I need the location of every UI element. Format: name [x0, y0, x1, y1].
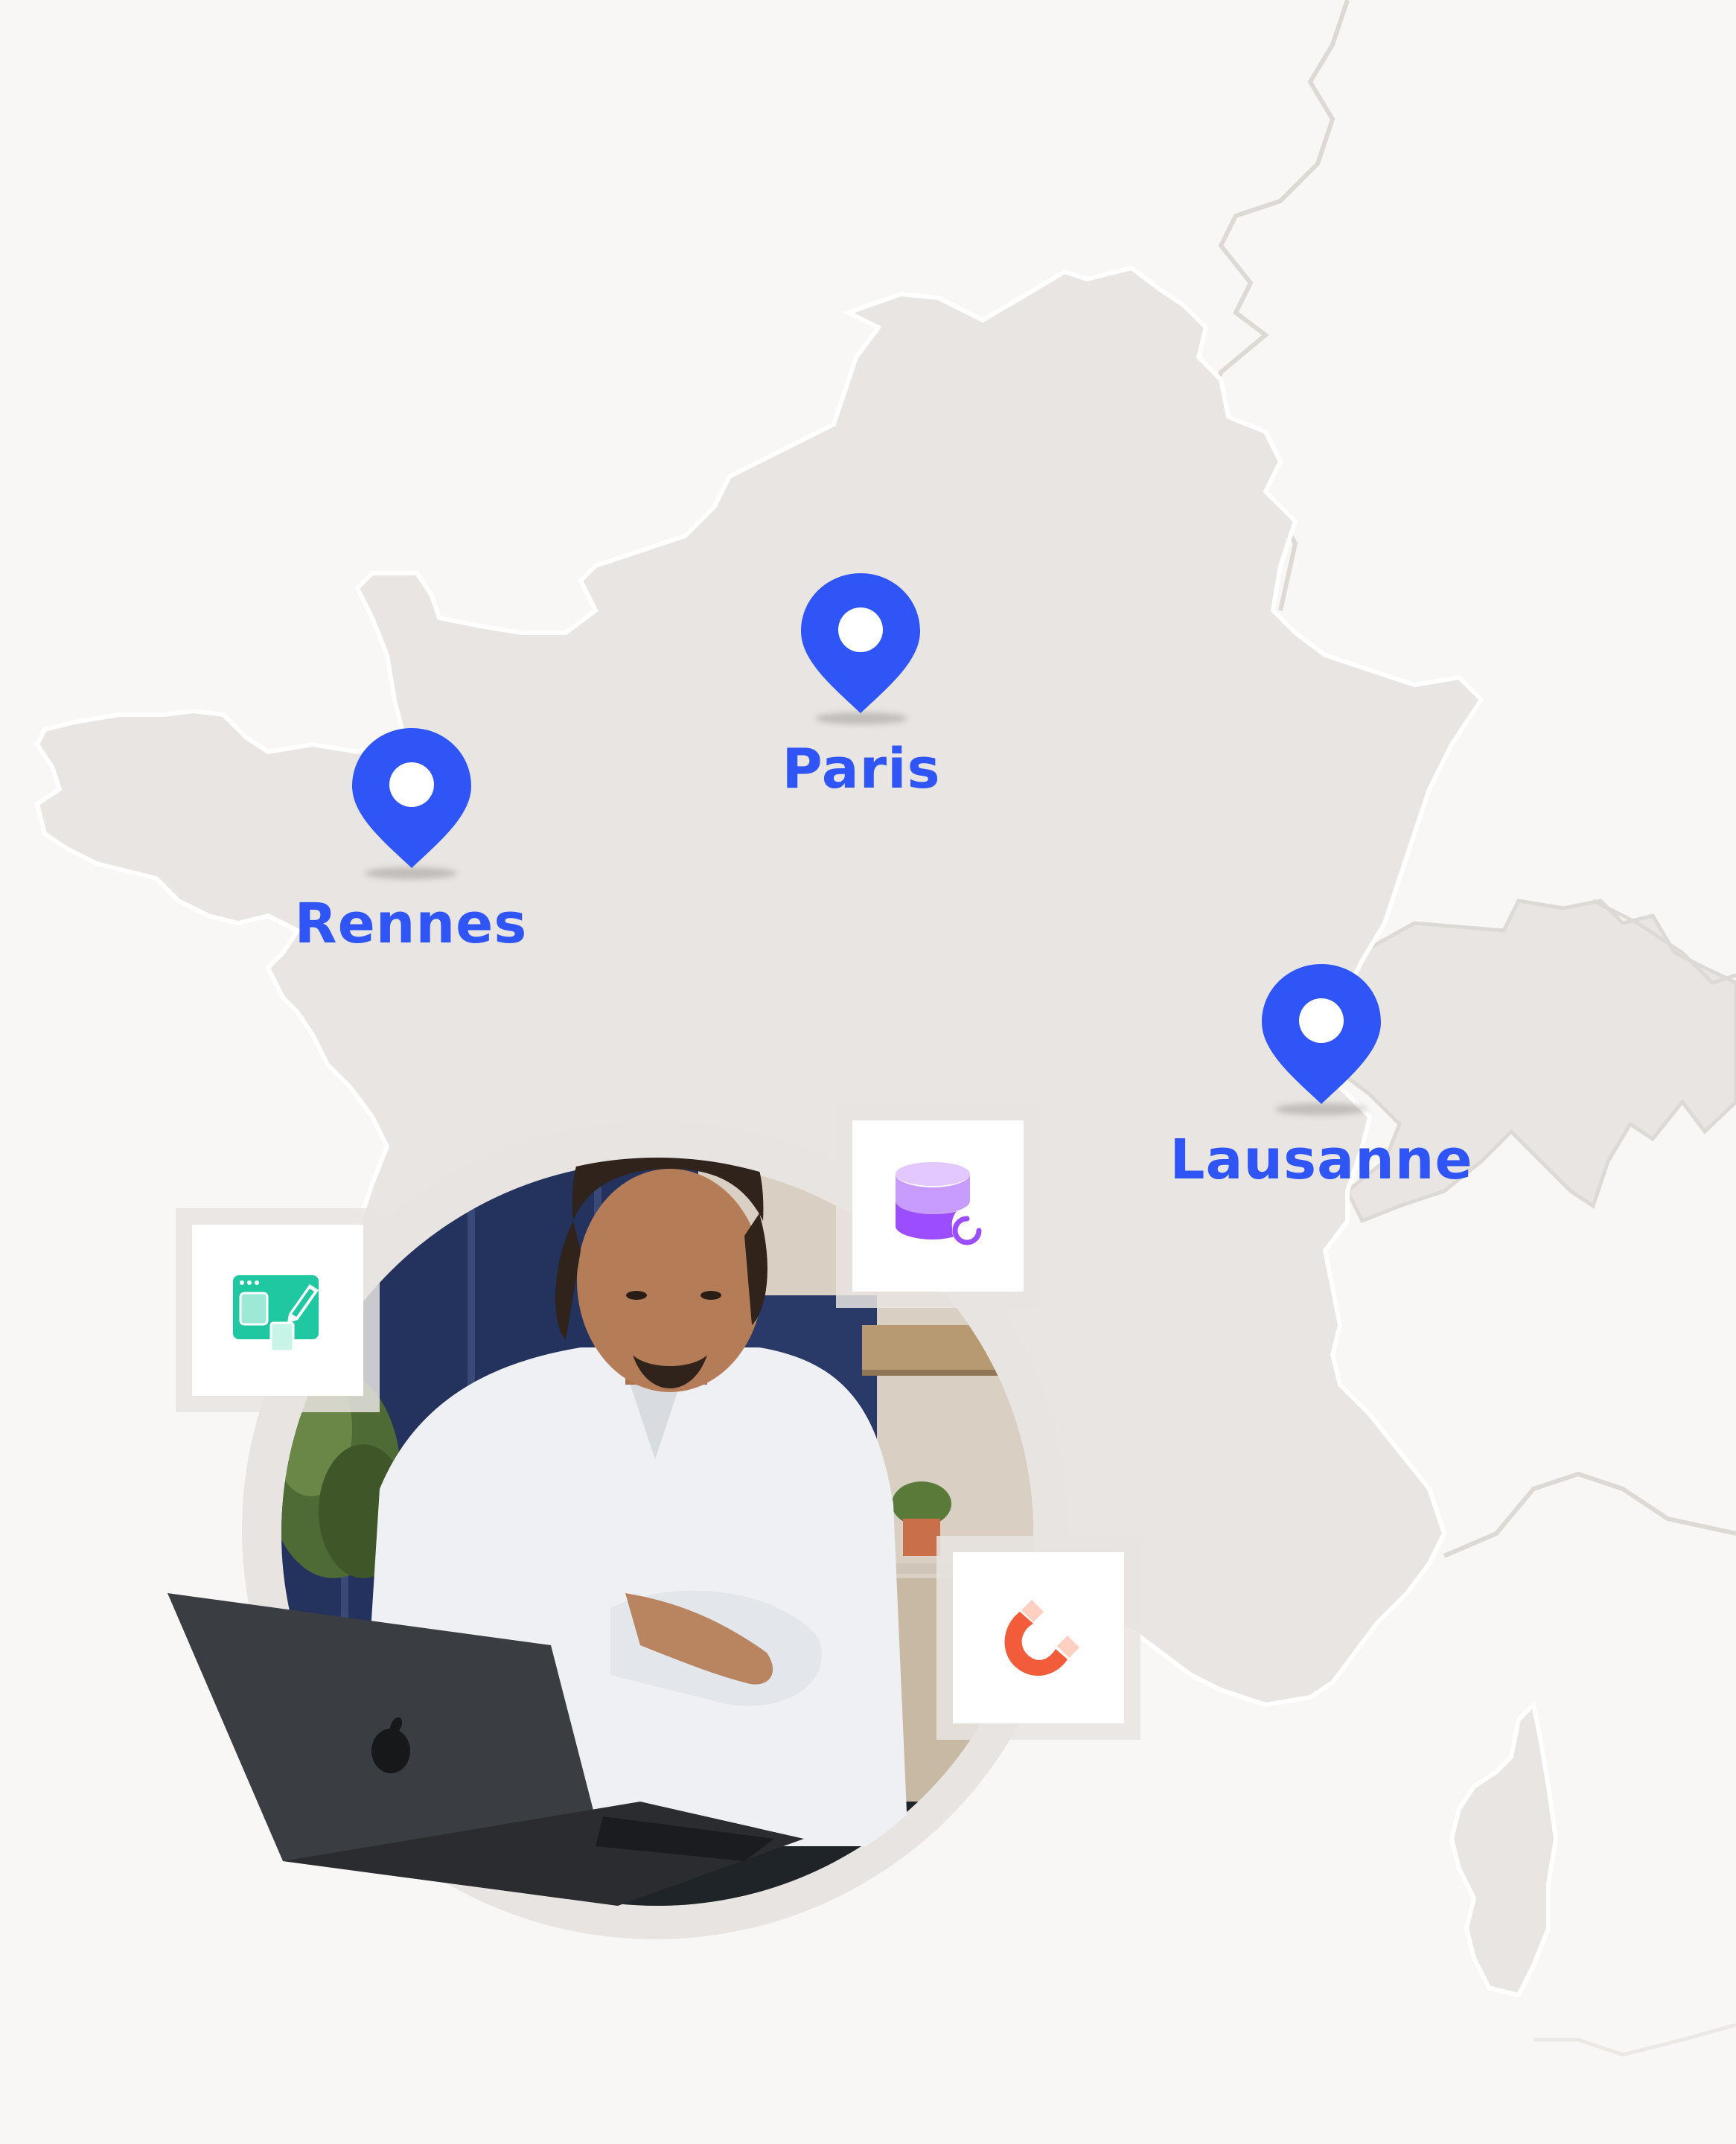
- corsica: [1449, 1700, 1559, 1998]
- app-tile-database[interactable]: [852, 1120, 1024, 1292]
- location-pin-icon-rennes[interactable]: [352, 728, 471, 877]
- screen-edit-icon: [233, 1275, 319, 1353]
- city-label-rennes: Rennes: [294, 892, 528, 956]
- neighbor-italy-border: [1443, 1471, 1736, 1558]
- database-sync-icon: [896, 1162, 982, 1245]
- neighbor-sea-line: [1534, 2023, 1736, 2057]
- map-illustration: Paris Rennes Lausanne: [0, 0, 1736, 2144]
- city-label-paris: Paris: [782, 737, 941, 801]
- magnet-icon: [1004, 1600, 1079, 1676]
- city-label-lausanne: Lausanne: [1169, 1128, 1473, 1192]
- location-pin-icon-lausanne[interactable]: [1262, 964, 1381, 1113]
- location-pin-icon-paris[interactable]: [801, 573, 920, 722]
- app-tile-magnet[interactable]: [953, 1552, 1124, 1723]
- app-tile-prototyping[interactable]: [192, 1225, 363, 1396]
